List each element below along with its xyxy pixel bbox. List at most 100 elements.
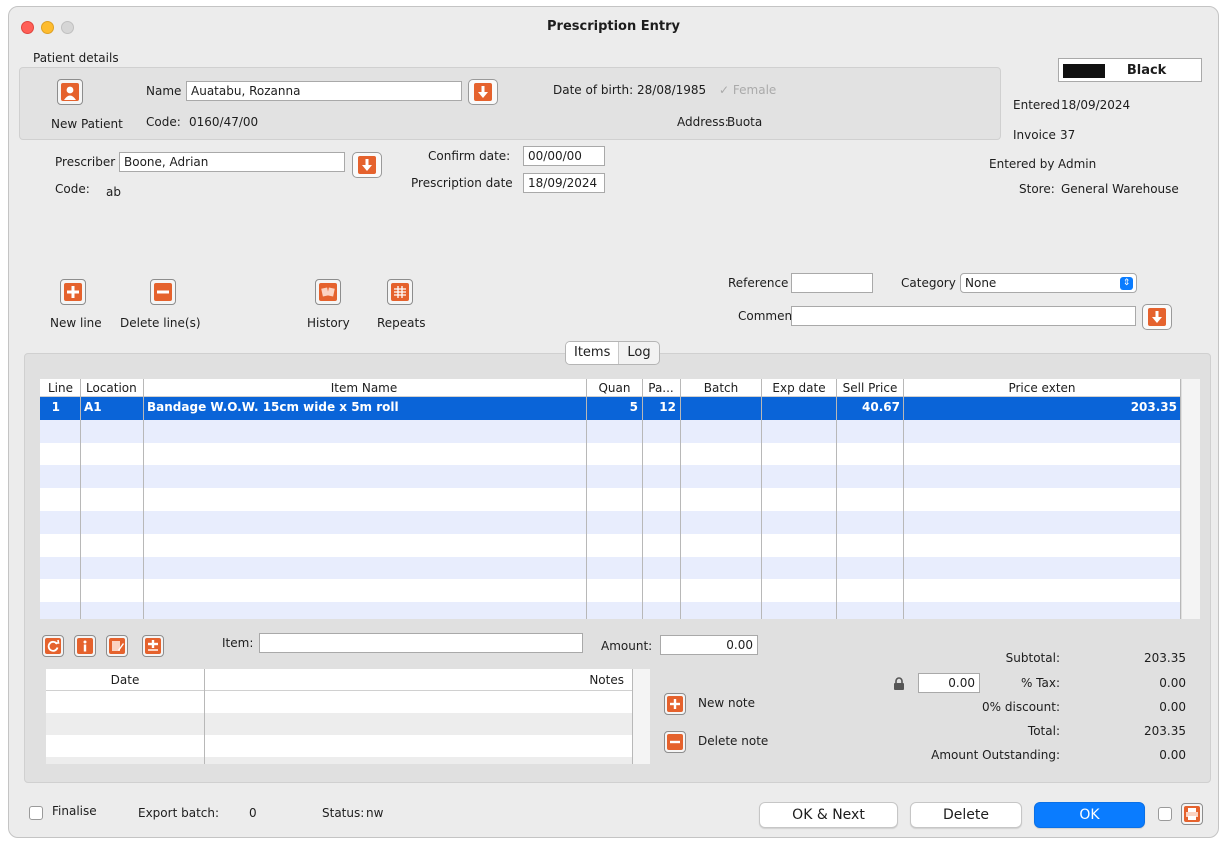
history-button[interactable] <box>315 279 341 305</box>
column-divider <box>836 379 837 619</box>
table-row[interactable] <box>40 511 1180 534</box>
refresh-icon <box>45 638 61 654</box>
female-checkbox[interactable]: ✓ Female <box>719 83 776 97</box>
print-button[interactable] <box>1181 803 1203 825</box>
category-label: Category <box>901 276 956 290</box>
notes-scrollbar[interactable] <box>633 669 650 764</box>
entered-by-value: Admin <box>1058 157 1097 171</box>
amount-field[interactable]: 0.00 <box>660 635 758 655</box>
vertical-scrollbar[interactable] <box>1181 379 1200 619</box>
store-value: General Warehouse <box>1061 182 1179 196</box>
arrow-down-icon <box>358 156 376 174</box>
refresh-button[interactable] <box>42 635 64 657</box>
status-color-box[interactable]: Black <box>1058 58 1202 82</box>
column-divider <box>80 379 81 619</box>
column-header-line[interactable]: Line <box>48 381 73 395</box>
amount-outstanding-label: Amount Outstanding: <box>931 748 1060 762</box>
plus-icon <box>64 283 82 301</box>
table-row[interactable] <box>40 419 1180 443</box>
new-note-button[interactable] <box>664 693 686 715</box>
delete-note-button[interactable] <box>664 731 686 753</box>
print-checkbox[interactable] <box>1158 807 1172 821</box>
comment-field[interactable] <box>791 306 1136 326</box>
export-batch-value: 0 <box>249 806 257 820</box>
confirm-date-field[interactable]: 00/00/00 <box>523 146 605 166</box>
table-row[interactable] <box>40 488 1180 511</box>
prescriber-field[interactable]: Boone, Adrian <box>119 152 345 172</box>
table-row[interactable] <box>40 534 1180 557</box>
category-select[interactable]: None ⇕ <box>960 273 1137 293</box>
title-bar: Prescription Entry <box>9 7 1218 47</box>
cell-pack: 12 <box>659 400 676 414</box>
discount-label: 0% discount: <box>982 700 1060 714</box>
discount-value: 0.00 <box>1159 700 1186 714</box>
column-header-notes[interactable]: Notes <box>546 673 624 687</box>
prescription-date-field[interactable]: 18/09/2024 <box>523 173 605 193</box>
arrow-down-icon <box>1148 308 1166 326</box>
reference-field[interactable] <box>791 273 873 293</box>
edit-button[interactable] <box>106 635 128 657</box>
reference-label: Reference <box>728 276 789 290</box>
table-row[interactable] <box>40 465 1180 489</box>
entered-value: 18/09/2024 <box>1061 98 1131 112</box>
prescriber-lookup-button[interactable] <box>352 152 382 178</box>
repeats-button[interactable] <box>387 279 413 305</box>
table-row[interactable] <box>40 556 1180 580</box>
item-field[interactable] <box>259 633 583 653</box>
column-header-batch[interactable]: Batch <box>681 381 761 395</box>
column-header-date[interactable]: Date <box>46 673 204 687</box>
delete-lines-button[interactable] <box>150 279 176 305</box>
tab-items[interactable]: Items <box>566 342 620 364</box>
column-header-pack[interactable]: Pa... <box>643 381 679 395</box>
table-row[interactable] <box>40 579 1180 602</box>
minus-icon <box>667 734 683 750</box>
note-row[interactable] <box>46 757 632 764</box>
items-table[interactable]: 1 A1 Bandage W.O.W. 15cm wide x 5m roll 5 12… <box>40 379 1200 619</box>
column-header-quantity[interactable]: Quan <box>587 381 642 395</box>
comment-lookup-button[interactable] <box>1142 304 1172 330</box>
column-header-exp-date[interactable]: Exp date <box>762 381 836 395</box>
new-line-label: New line <box>50 316 102 330</box>
note-row[interactable] <box>46 735 632 757</box>
ok-next-button[interactable]: OK & Next <box>759 802 898 828</box>
printer-icon <box>1184 806 1200 822</box>
table-row[interactable] <box>40 602 1180 619</box>
dob-label: Date of birth: <box>553 83 634 97</box>
column-header-item-name[interactable]: Item Name <box>144 381 584 395</box>
address-value: Buota <box>727 115 763 129</box>
confirm-date-label: Confirm date: <box>428 149 511 163</box>
prescriber-code-value: ab <box>106 185 121 199</box>
column-header-location[interactable]: Location <box>86 381 137 395</box>
patient-details-box <box>19 67 1001 140</box>
cell-item-name: Bandage W.O.W. 15cm wide x 5m roll <box>147 400 399 414</box>
new-note-label: New note <box>698 696 756 710</box>
info-button[interactable] <box>74 635 96 657</box>
note-row[interactable] <box>46 713 632 735</box>
note-row[interactable] <box>46 691 632 713</box>
address-label: Address: <box>677 115 729 129</box>
new-patient-button[interactable] <box>57 79 83 105</box>
tab-log[interactable]: Log <box>619 342 658 364</box>
column-header-price-extension[interactable]: Price exten <box>904 381 1180 395</box>
column-header-sell-price[interactable]: Sell Price <box>837 381 903 395</box>
table-row[interactable]: 1 A1 Bandage W.O.W. 15cm wide x 5m roll 5 12… <box>40 397 1180 420</box>
plus-icon <box>667 696 683 712</box>
new-line-button[interactable] <box>60 279 86 305</box>
delete-button[interactable]: Delete <box>910 802 1022 828</box>
ok-button[interactable]: OK <box>1034 802 1145 828</box>
edit-icon <box>109 638 125 654</box>
subtotal-label: Subtotal: <box>1005 651 1060 665</box>
color-name: Black <box>1126 63 1167 78</box>
window-title: Prescription Entry <box>547 19 680 34</box>
notes-table[interactable]: Date Notes <box>46 669 650 764</box>
table-row[interactable] <box>40 443 1180 466</box>
tab-bar: Items Log <box>565 341 660 365</box>
patient-name-field[interactable]: Auatabu, Rozanna <box>186 81 462 101</box>
finalise-checkbox[interactable] <box>29 806 43 820</box>
insert-line-button[interactable] <box>142 635 164 657</box>
dob-value: 28/08/1985 <box>637 83 707 97</box>
patient-lookup-button[interactable] <box>468 79 498 105</box>
export-batch-label: Export batch: <box>138 806 220 820</box>
info-icon <box>77 638 93 654</box>
tax-label: % Tax: <box>1020 676 1060 690</box>
